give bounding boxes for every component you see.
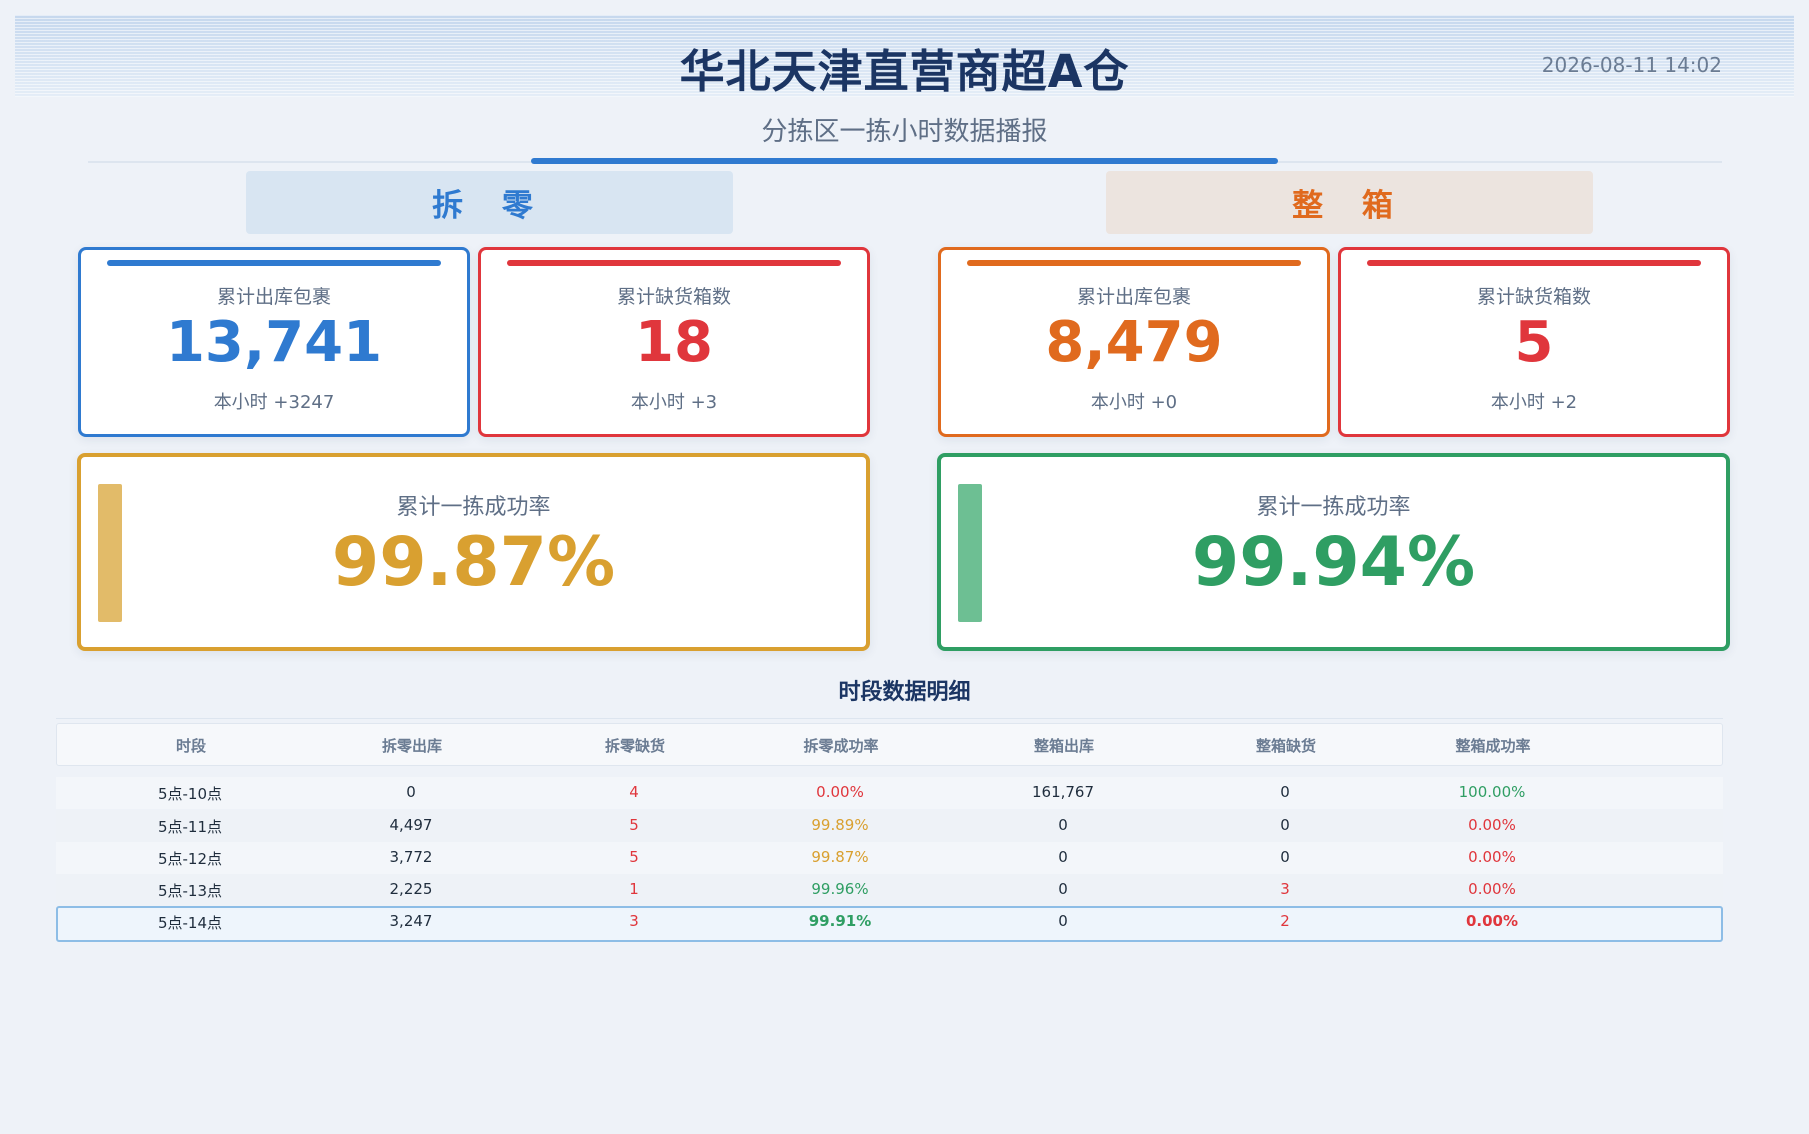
table-cell: 99.91% [808, 912, 872, 930]
card-split-shortage: 累计缺货箱数 18 本小时 +3 [478, 247, 870, 437]
table-cell: 0.00% [1465, 912, 1519, 930]
card-label: 累计缺货箱数 [616, 286, 731, 308]
table-cell: 99.89% [811, 816, 869, 834]
card-label: 累计出库包裹 [216, 286, 331, 308]
table-cell: 99.96% [811, 880, 869, 898]
table-cell: 161,767 [1031, 783, 1095, 801]
column-header-box-rate: 整箱成功率 [1455, 737, 1531, 755]
column-header-split-shortage: 拆零缺货 [604, 737, 665, 755]
table-cell: 0.00% [1468, 816, 1516, 834]
card-box-outbound: 累计出库包裹 8,479 本小时 +0 [938, 247, 1330, 437]
card-label: 累计缺货箱数 [1476, 286, 1591, 308]
header-banner: 华北天津直营商超A仓 2026-08-11 14:02 [15, 15, 1794, 98]
column-header-box-shortage: 整箱缺货 [1255, 737, 1316, 755]
section-header-split: 拆 零 [246, 171, 733, 234]
rate-label: 累计一拣成功率 [396, 495, 551, 520]
table-cell: 0 [1058, 816, 1068, 834]
table-cell: 5点-13点 [157, 882, 223, 900]
page-title: 华北天津直营商超A仓 [679, 45, 1130, 98]
column-header-box-outbound: 整箱出库 [1033, 737, 1094, 755]
table-cell: 5点-12点 [157, 850, 223, 868]
rate-value: 99.94% [1191, 523, 1476, 602]
table-cell: 3,772 [389, 848, 433, 866]
card-accent-bar [1367, 260, 1701, 266]
table-cell: 4 [629, 783, 639, 801]
table-header: 时段 拆零出库 拆零缺货 拆零成功率 整箱出库 整箱缺货 整箱成功率 [56, 723, 1723, 766]
table-cell: 0 [1280, 848, 1290, 866]
table-row: 5点-11点 4,497 5 99.89% 0 0 0.00% [56, 810, 1723, 842]
column-header-split-rate: 拆零成功率 [803, 737, 879, 755]
dashboard: 华北天津直营商超A仓 2026-08-11 14:02 分拣区一拣小时数据播报 … [0, 0, 1809, 1134]
section-header-box: 整 箱 [1106, 171, 1593, 234]
card-value: 8,479 [1045, 310, 1223, 375]
table-cell: 5点-11点 [157, 818, 223, 836]
rate-value: 99.87% [331, 523, 616, 602]
table-title: 时段数据明细 [838, 680, 971, 705]
card-value: 13,741 [165, 310, 383, 375]
table-cell: 3 [1280, 880, 1290, 898]
page-subtitle: 分拣区一拣小时数据播报 [761, 117, 1048, 147]
card-accent-bar [967, 260, 1301, 266]
table-cell: 5 [629, 816, 639, 834]
table-row: 5点-13点 2,225 1 99.96% 0 3 0.00% [56, 874, 1723, 906]
card-accent-bar [507, 260, 841, 266]
table-cell: 0 [1280, 783, 1290, 801]
table-divider [56, 718, 1723, 719]
card-hourly-delta: 本小时 +3 [630, 392, 718, 413]
card-box-shortage: 累计缺货箱数 5 本小时 +2 [1338, 247, 1730, 437]
card-accent-bar [107, 260, 441, 266]
table-row: 5点-12点 3,772 5 99.87% 0 0 0.00% [56, 842, 1723, 874]
card-value: 18 [635, 310, 713, 375]
table-cell: 2 [1280, 912, 1290, 930]
rate-label: 累计一拣成功率 [1256, 495, 1411, 520]
card-value: 5 [1514, 310, 1554, 375]
table-row: 5点-10点 0 4 0.00% 161,767 0 100.00% [56, 777, 1723, 809]
table-cell: 0.00% [816, 783, 864, 801]
column-header-period: 时段 [175, 737, 206, 755]
table-cell: 5 [629, 848, 639, 866]
table-cell: 3,247 [389, 912, 433, 930]
table-cell: 0 [1058, 912, 1068, 930]
table-cell: 0.00% [1468, 880, 1516, 898]
card-split-success-rate: 累计一拣成功率 99.87% [77, 453, 870, 651]
table-cell: 4,497 [389, 816, 433, 834]
table-cell: 2,225 [389, 880, 433, 898]
table-cell: 5点-14点 [157, 914, 223, 932]
table-cell: 0 [1058, 880, 1068, 898]
table-cell: 5点-10点 [157, 785, 223, 803]
table-row-current: 5点-14点 3,247 3 99.91% 0 2 0.00% [56, 906, 1723, 942]
table-cell: 0.00% [1468, 848, 1516, 866]
table-cell: 0 [1280, 816, 1290, 834]
datetime-display: 2026-08-11 14:02 [1541, 53, 1722, 77]
card-box-success-rate: 累计一拣成功率 99.94% [937, 453, 1730, 651]
card-split-outbound: 累计出库包裹 13,741 本小时 +3247 [78, 247, 470, 437]
table-cell: 0 [406, 783, 416, 801]
table-cell: 3 [629, 912, 639, 930]
card-hourly-delta: 本小时 +3247 [213, 392, 335, 413]
table-cell: 99.87% [811, 848, 869, 866]
table-cell: 0 [1058, 848, 1068, 866]
subtitle-divider-accent [531, 158, 1278, 164]
table-cell: 1 [629, 880, 639, 898]
column-header-split-outbound: 拆零出库 [381, 737, 442, 755]
table-cell: 100.00% [1458, 783, 1526, 801]
card-hourly-delta: 本小时 +2 [1490, 392, 1578, 413]
card-label: 累计出库包裹 [1076, 286, 1191, 308]
card-hourly-delta: 本小时 +0 [1090, 392, 1178, 413]
